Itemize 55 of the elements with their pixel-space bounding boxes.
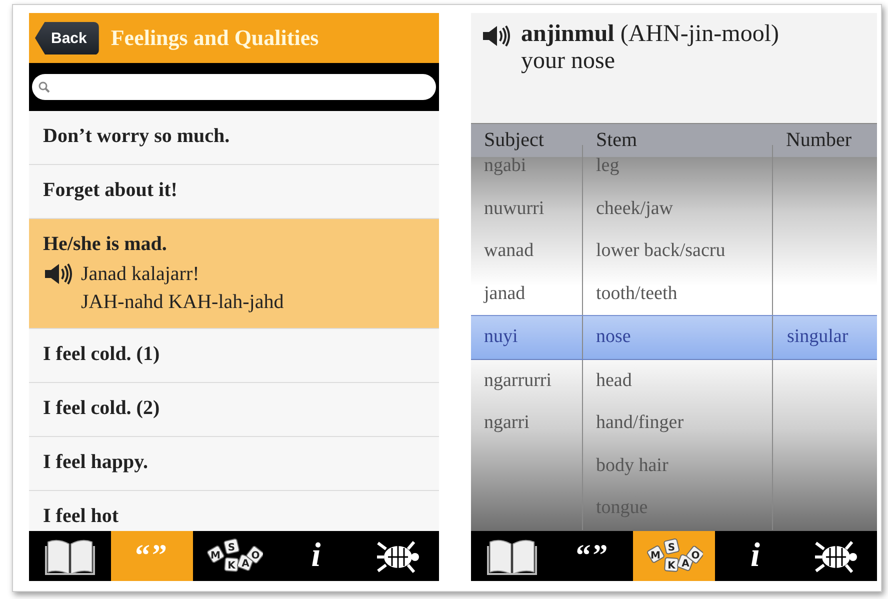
stem-text: head [596,370,632,392]
screen-title: Feelings and Qualities [110,25,319,51]
stem-text: lower back/sacru [596,240,726,262]
phrase-row[interactable]: Don’t worry so much. [29,111,439,165]
phrase-text: He/she is mad. [43,233,168,256]
back-button[interactable]: Back [35,22,99,54]
picker-row[interactable]: nuyi nose singular [470,315,877,360]
speaker-icon[interactable] [480,24,511,48]
phrase-text: I feel cold. (2) [43,397,161,420]
subject-text: janad [484,282,526,305]
phrase-row[interactable]: I feel happy. [29,437,439,491]
subject-text: wanad [484,240,534,262]
phrase-text: I feel happy. [43,451,150,474]
picker-row[interactable]: nuwurri cheek/jaw [470,188,877,230]
column-header: Stem [594,129,638,152]
phrase-text: Don’t worry so much. [43,125,231,148]
search-icon [38,81,50,93]
info-icon: i [311,537,321,575]
column-header: Subject [482,129,545,152]
phrase-text: I feel hot [43,505,120,528]
search-field[interactable] [32,74,436,100]
picker-row[interactable]: ngarrurri head [470,360,877,402]
subject-text: ngarrurri [484,370,552,392]
stem-text: hand/finger [596,412,684,434]
tab-button[interactable]: i [714,531,796,581]
stem-text: tooth/teeth [596,282,678,305]
quotes-icon: “” [576,539,610,573]
phrase-row[interactable]: I feel cold. (2) [29,383,439,437]
stem-text: leg [596,155,620,178]
pronunciation-text: JAH-nahd KAH-lah-jahd [81,290,284,315]
subject-text: ngarri [484,412,530,434]
tab-button[interactable]: “” [552,531,634,581]
subject-text: nuwurri [484,198,544,220]
tab-button[interactable]: M S K A O [633,531,715,581]
subject-text: ngabi [484,155,526,178]
tab-button[interactable]: M S K A O [193,531,275,581]
phrase-row[interactable]: I feel cold. (1) [29,329,439,383]
speaker-icon[interactable] [43,262,73,286]
subject-text: nuyi [484,326,518,348]
stem-text: body hair [596,454,668,477]
picker-row[interactable]: ngarri hand/finger [470,402,877,444]
info-icon: i [750,537,760,575]
stem-text: cheek/jaw [596,198,673,220]
phrase-text: I feel cold. (1) [43,343,161,366]
meaning-text: your nose [520,48,616,75]
column-header: Number [784,129,853,152]
quotes-icon: “” [135,539,169,573]
phrase-row[interactable]: He/she is mad. Janad kalajarr! JAH-nahd KAH-lah-jahd [29,219,439,329]
tab-button[interactable]: i [275,531,357,581]
translation-text: Janad kalajarr! [81,262,200,287]
number-text: singular [786,326,848,348]
word-text: anjinmul (AHN-jin-mool) [520,21,779,48]
picker-row[interactable]: wanad lower back/sacru [470,230,877,272]
phrase-text: Forget about it! [43,179,178,202]
stem-text: nose [596,326,631,348]
